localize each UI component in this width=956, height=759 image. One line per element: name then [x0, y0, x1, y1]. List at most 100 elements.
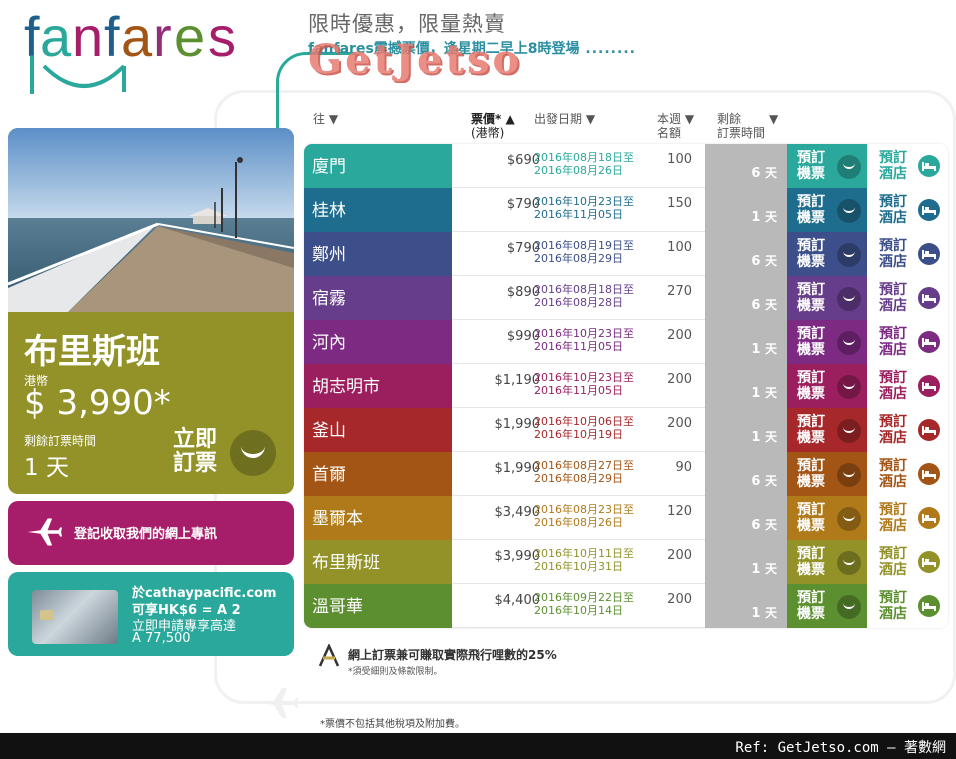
- table-row[interactable]: 河內 $990 2016年10月23日至 2016年11月05日 200 1 天預訂 機票預…: [304, 320, 948, 364]
- table-row[interactable]: 宿霧 $890 2016年08月18日至 2016年08月28日 270 6 天預訂 機票預…: [304, 276, 948, 320]
- dates-cell: 2016年10月23日至 2016年11月05日: [534, 371, 642, 397]
- book-flight-label: 預訂 機票: [797, 458, 825, 490]
- book-flight-label: 預訂 機票: [797, 150, 825, 182]
- book-hotel-button[interactable]: 預訂 酒店: [867, 540, 948, 584]
- book-flight-button[interactable]: 預訂 機票: [787, 144, 867, 188]
- featured-city: 布里斯班: [24, 332, 160, 372]
- book-hotel-button[interactable]: 預訂 酒店: [867, 188, 948, 232]
- smile-icon: [837, 155, 861, 179]
- book-flight-button[interactable]: 預訂 機票: [787, 188, 867, 232]
- sort-price[interactable]: 票價* ▲ (港幣): [471, 112, 515, 140]
- day-unit: 天: [764, 254, 777, 268]
- book-hotel-button[interactable]: 預訂 酒店: [867, 584, 948, 628]
- credit-card-image: [32, 590, 118, 644]
- sort-remaining-arrow[interactable]: ▼: [769, 112, 778, 126]
- quota-cell: 150: [667, 196, 692, 211]
- destination-cell[interactable]: 胡志明市: [304, 364, 452, 408]
- bed-icon: [918, 243, 940, 265]
- newsletter-signup-button[interactable]: 登記收取我們的網上專訊: [8, 501, 294, 565]
- book-flight-button[interactable]: 預訂 機票: [787, 232, 867, 276]
- sort-date[interactable]: 出發日期 ▼: [534, 112, 595, 126]
- date-to: 2016年10月19日: [534, 428, 623, 441]
- book-hotel-button[interactable]: 預訂 酒店: [867, 232, 948, 276]
- price-cell: $1,990: [494, 417, 541, 432]
- destination-cell[interactable]: 溫哥華: [304, 584, 452, 628]
- remaining-days: 6 天: [751, 516, 777, 533]
- book-hotel-button[interactable]: 預訂 酒店: [867, 144, 948, 188]
- book-hotel-line1: 預訂: [879, 458, 907, 474]
- book-flight-button[interactable]: 預訂 機票: [787, 540, 867, 584]
- book-flight-button[interactable]: 預訂 機票: [787, 320, 867, 364]
- book-flight-button[interactable]: 預訂 機票: [787, 584, 867, 628]
- date-from: 2016年08月19日至: [534, 239, 634, 252]
- destination-cell[interactable]: 宿霧: [304, 276, 452, 320]
- smile-icon: [837, 243, 861, 267]
- book-flight-button[interactable]: 預訂 機票: [787, 496, 867, 540]
- book-flight-button[interactable]: 預訂 機票: [787, 452, 867, 496]
- destination-cell[interactable]: 廈門: [304, 144, 452, 188]
- credit-card-promo[interactable]: 於cathaypacific.com 可享HK$6 = A 2 立即申請專享高達…: [8, 572, 294, 656]
- destination-cell[interactable]: 桂林: [304, 188, 452, 232]
- remaining-days-value: 1: [751, 342, 761, 357]
- book-flight-button[interactable]: 預訂 機票: [787, 408, 867, 452]
- destination-cell[interactable]: 布里斯班: [304, 540, 452, 584]
- destination-cell[interactable]: 鄭州: [304, 232, 452, 276]
- remaining-days-value: 6: [751, 254, 761, 269]
- fanfares-logo[interactable]: f a n f a r e s: [24, 4, 274, 96]
- sort-destination[interactable]: 往 ▼: [313, 112, 338, 126]
- bed-icon: [918, 595, 940, 617]
- remaining-days: 6 天: [751, 164, 777, 181]
- price-cell: $790: [506, 241, 540, 256]
- book-flight-line1: 預訂: [797, 546, 825, 562]
- destination-cell[interactable]: 首爾: [304, 452, 452, 496]
- book-flight-line2: 機票: [797, 518, 825, 534]
- svg-text:s: s: [208, 5, 236, 68]
- date-from: 2016年10月23日至: [534, 371, 634, 384]
- book-hotel-line2: 酒店: [879, 606, 907, 622]
- table-row[interactable]: 廈門 $690 2016年08月18日至 2016年08月26日 100 6 天預訂 機票預…: [304, 144, 948, 188]
- book-hotel-button[interactable]: 預訂 酒店: [867, 320, 948, 364]
- destination-cell[interactable]: 河內: [304, 320, 452, 364]
- book-hotel-button[interactable]: 預訂 酒店: [867, 276, 948, 320]
- table-row[interactable]: 鄭州 $790 2016年08月19日至 2016年08月29日 100 6 天預訂 機票預…: [304, 232, 948, 276]
- book-flight-label: 預訂 機票: [797, 326, 825, 358]
- smile-icon: [837, 595, 861, 619]
- book-flight-button[interactable]: 預訂 機票: [787, 364, 867, 408]
- sort-remaining-label: 剩餘: [717, 112, 742, 126]
- svg-text:a: a: [40, 5, 72, 68]
- date-from: 2016年10月06日至: [534, 415, 634, 428]
- table-row[interactable]: 溫哥華 $4,400 2016年09月22日至 2016年10月14日 200 1 天 預訂…: [304, 584, 948, 628]
- book-flight-button[interactable]: 預訂 機票: [787, 276, 867, 320]
- sort-quota-label2: 名額: [657, 126, 682, 140]
- table-row[interactable]: 首爾 $1,990 2016年08月27日至 2016年08月29日 90 6 天 預訂 機票…: [304, 452, 948, 496]
- book-hotel-button[interactable]: 預訂 酒店: [867, 364, 948, 408]
- book-hotel-button[interactable]: 預訂 酒店: [867, 408, 948, 452]
- date-to: 2016年08月29日: [534, 472, 623, 485]
- destination-cell[interactable]: 墨爾本: [304, 496, 452, 540]
- book-now-button[interactable]: 立即 訂票: [173, 428, 217, 476]
- destination-cell[interactable]: 釜山: [304, 408, 452, 452]
- table-row[interactable]: 胡志明市 $1,190 2016年10月23日至 2016年11月05日 200 1 天 預…: [304, 364, 948, 408]
- reference-text: Ref: GetJetso.com – 著數網: [735, 740, 946, 756]
- table-row[interactable]: 桂林 $790 2016年10月23日至 2016年11月05日 150 1 天預訂 機票預…: [304, 188, 948, 232]
- table-row[interactable]: 釜山 $1,990 2016年10月06日至 2016年10月19日 200 1 天 預訂機…: [304, 408, 948, 452]
- day-unit: 天: [764, 606, 777, 620]
- book-hotel-button[interactable]: 預訂 酒店: [867, 452, 948, 496]
- sort-remaining[interactable]: 剩餘 訂票時間: [717, 112, 765, 140]
- featured-deal-card[interactable]: 布里斯班 港幣 $ 3,990* 剩餘訂票時間 1 天 立即 訂票: [8, 128, 294, 494]
- miles-notice: 網上訂票兼可賺取實際飛行哩數的25% *須受細則及條款限制。: [318, 642, 557, 677]
- book-hotel-label: 預訂 酒店: [879, 590, 907, 622]
- table-row[interactable]: 墨爾本 $3,490 2016年08月23日至 2016年08月26日 120 6 天 預訂…: [304, 496, 948, 540]
- sort-quota[interactable]: 本週 ▼ 名額: [657, 112, 694, 140]
- remaining-days-value: 6: [751, 518, 761, 533]
- date-to: 2016年08月28日: [534, 296, 623, 309]
- table-row[interactable]: 布里斯班 $3,990 2016年10月11日至 2016年10月31日 200 1 天 預…: [304, 540, 948, 584]
- date-to: 2016年08月26日: [534, 516, 623, 529]
- book-flight-line1: 預訂: [797, 414, 825, 430]
- book-hotel-button[interactable]: 預訂 酒店: [867, 496, 948, 540]
- remaining-days-value: 6: [751, 166, 761, 181]
- remaining-days: 1 天: [751, 560, 777, 577]
- smile-icon[interactable]: [230, 430, 276, 476]
- book-flight-line2: 機票: [797, 254, 825, 270]
- book-flight-label: 預訂 機票: [797, 590, 825, 622]
